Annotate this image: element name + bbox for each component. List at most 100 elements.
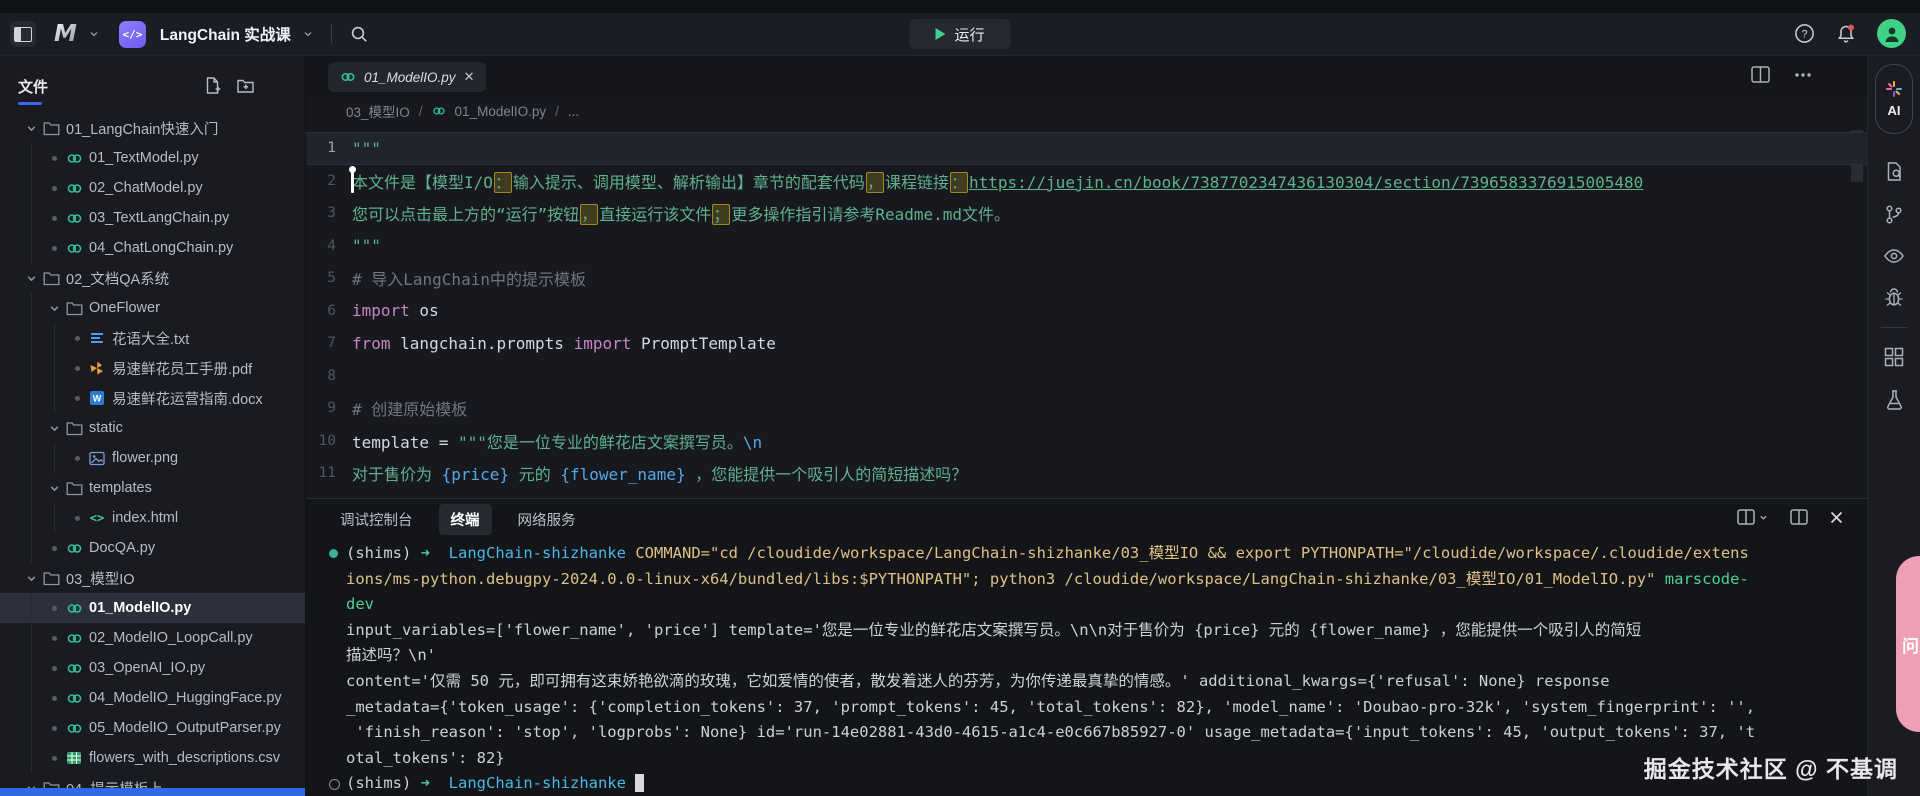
- run-button[interactable]: 运行: [909, 19, 1010, 49]
- file-dot-indicator: [52, 666, 57, 671]
- code-line[interactable]: 6import os: [306, 295, 1867, 328]
- command-decoration-icon: [329, 549, 338, 558]
- project-name[interactable]: LangChain 实战课: [160, 23, 291, 45]
- tree-item-label: flower.png: [112, 450, 178, 466]
- chevron-down-icon: [49, 423, 60, 434]
- tree-item[interactable]: 02_ChatModel.py: [0, 173, 305, 203]
- breadcrumb-file[interactable]: 01_ModelIO.py: [455, 104, 547, 119]
- close-panel-icon[interactable]: [1830, 511, 1843, 524]
- indent-guide: [31, 683, 32, 713]
- tree-item[interactable]: DocQA.py: [0, 533, 305, 563]
- experiments-button[interactable]: [1885, 389, 1904, 410]
- layout-sidebar-toggle-button[interactable]: [10, 21, 36, 47]
- code-line[interactable]: 7from langchain.prompts import PromptTem…: [306, 327, 1867, 360]
- indent-guide: [31, 383, 32, 413]
- grid-icon: [1884, 347, 1904, 367]
- code-line[interactable]: 1""": [306, 132, 1867, 165]
- tree-item-label: 花语大全.txt: [112, 328, 189, 349]
- tab-debug-console[interactable]: 调试控制台: [340, 509, 413, 530]
- code-line[interactable]: 11对于售价为 {price} 元的 {flower_name} ，您能提供一个…: [306, 457, 1867, 490]
- tree-item[interactable]: 01_ModelIO.py: [0, 593, 305, 623]
- debug-button[interactable]: [1884, 287, 1904, 308]
- code-line-content: from langchain.prompts import PromptTemp…: [336, 334, 776, 353]
- chevron-down-icon[interactable]: [303, 29, 313, 39]
- activity-bar-divider: [1881, 327, 1907, 328]
- code-line[interactable]: 8: [306, 360, 1867, 393]
- new-folder-icon[interactable]: [236, 76, 256, 95]
- bug-icon: [1884, 287, 1904, 308]
- tree-item[interactable]: W易速鲜花运营指南.docx: [0, 383, 305, 413]
- help-icon[interactable]: ?: [1794, 23, 1815, 44]
- chevron-down-icon[interactable]: [89, 29, 99, 39]
- pdf-file-icon: [89, 360, 105, 376]
- user-avatar[interactable]: [1877, 19, 1906, 48]
- code-line[interactable]: 2本文件是【模型I/O：输入提示、调用模型、解析输出】章节的配套代码，课程链接：…: [306, 165, 1867, 198]
- close-tab-icon[interactable]: ✕: [464, 69, 475, 85]
- tree-item[interactable]: <>index.html: [0, 503, 305, 533]
- tree-item[interactable]: flowers_with_descriptions.csv: [0, 743, 305, 773]
- tree-item[interactable]: 03_OpenAI_IO.py: [0, 653, 305, 683]
- marscode-logo[interactable]: M: [54, 21, 77, 47]
- breadcrumb-folder[interactable]: 03_模型IO: [346, 101, 410, 121]
- ai-assistant-floating-button[interactable]: 问AI: [1896, 556, 1920, 732]
- python-langchain-file-icon: [66, 180, 83, 197]
- svg-text:?: ?: [1801, 29, 1807, 41]
- tree-item[interactable]: 04_ChatLongChain.py: [0, 233, 305, 263]
- breadcrumb-separator: /: [419, 104, 423, 119]
- tab-terminal[interactable]: 终端: [439, 504, 492, 535]
- layout-sidebar-icon: [14, 27, 32, 42]
- tree-item[interactable]: templates: [0, 473, 305, 503]
- tree-item[interactable]: 03_模型IO: [0, 563, 305, 593]
- tree-item[interactable]: 01_LangChain快速入门: [0, 113, 305, 143]
- python-langchain-file-icon: [66, 210, 83, 227]
- extensions-button[interactable]: [1884, 347, 1904, 367]
- code-line[interactable]: 9# 创建原始模板: [306, 392, 1867, 425]
- editor-tab[interactable]: 01_ModelIO.py ✕: [328, 62, 486, 92]
- python-langchain-file-icon: [66, 150, 83, 167]
- terminal-line: (shims) ➜ LangChain-shizhanke: [346, 771, 1867, 796]
- tree-item-label: index.html: [112, 510, 178, 526]
- more-ellipsis-icon[interactable]: [1794, 72, 1812, 78]
- tree-item[interactable]: 02_文档QA系统: [0, 263, 305, 293]
- code-line[interactable]: 4""": [306, 230, 1867, 263]
- code-editor[interactable]: 1"""2本文件是【模型I/O：输入提示、调用模型、解析输出】章节的配套代码，课…: [306, 126, 1867, 498]
- ai-assistant-button[interactable]: AI: [1875, 64, 1913, 134]
- python-langchain-file-icon: [66, 540, 83, 557]
- langchain-file-icon: [340, 69, 356, 85]
- tree-item[interactable]: 01_TextModel.py: [0, 143, 305, 173]
- tree-item[interactable]: OneFlower: [0, 293, 305, 323]
- file-dot-indicator: [75, 456, 80, 461]
- code-line[interactable]: 10template = """您是一位专业的鲜花店文案撰写员。\n: [306, 425, 1867, 458]
- tree-item[interactable]: 04_ModelIO_HuggingFace.py: [0, 683, 305, 713]
- search-icon[interactable]: [350, 25, 369, 44]
- tree-item[interactable]: 花语大全.txt: [0, 323, 305, 353]
- tree-item[interactable]: static: [0, 413, 305, 443]
- terminal-line: _metadata={'token_usage': {'completion_t…: [346, 695, 1867, 721]
- notifications-bell-icon[interactable]: [1835, 23, 1857, 45]
- tree-item[interactable]: 05_ModelIO_OutputParser.py: [0, 713, 305, 743]
- preview-button[interactable]: [1883, 247, 1905, 265]
- indent-guide: [54, 503, 55, 533]
- terminal[interactable]: (shims) ➜ LangChain-shizhanke COMMAND="c…: [306, 539, 1867, 796]
- code-line-content: """: [336, 139, 381, 158]
- chevron-down-icon: [26, 273, 37, 284]
- tab-network-service[interactable]: 网络服务: [518, 509, 576, 530]
- breadcrumb-more[interactable]: ...: [568, 104, 579, 119]
- file-search-button[interactable]: [1884, 161, 1905, 182]
- indent-guide: [31, 443, 32, 473]
- project-badge-icon[interactable]: </>: [119, 21, 146, 48]
- new-file-icon[interactable]: [203, 76, 222, 95]
- file-dot-indicator: [52, 756, 57, 761]
- split-editor-icon[interactable]: [1751, 66, 1770, 83]
- tree-item[interactable]: 02_ModelIO_LoopCall.py: [0, 623, 305, 653]
- tree-item[interactable]: 易速鲜花员工手册.pdf: [0, 353, 305, 383]
- topbar-divider: [331, 24, 332, 44]
- code-line[interactable]: 3您可以点击最上方的“运行”按钮，直接运行该文件；更多操作指引请参考Readme…: [306, 197, 1867, 230]
- split-terminal-button[interactable]: [1737, 509, 1768, 525]
- code-line[interactable]: 5# 导入LangChain中的提示模板: [306, 262, 1867, 295]
- indent-guide: [31, 353, 32, 383]
- panel-layout-icon[interactable]: [1790, 509, 1808, 525]
- tree-item[interactable]: 03_TextLangChain.py: [0, 203, 305, 233]
- source-control-button[interactable]: [1884, 204, 1904, 225]
- tree-item[interactable]: flower.png: [0, 443, 305, 473]
